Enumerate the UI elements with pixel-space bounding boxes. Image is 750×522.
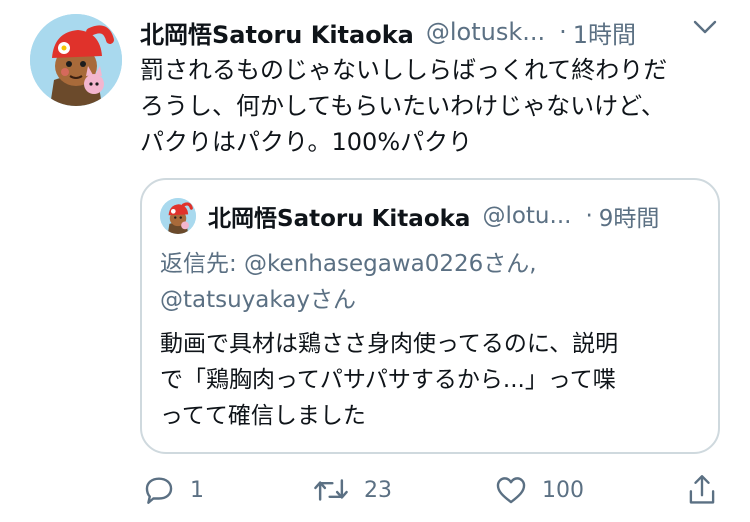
retweet-count: 23 [364,477,392,503]
avatar[interactable] [30,14,122,106]
display-name[interactable]: 北岡悟Satoru Kitaoka [140,15,414,50]
retweet-icon [312,473,350,507]
heart-icon [494,473,528,507]
chevron-down-icon[interactable] [690,16,720,38]
reply-to-line: @tatsuyakayさん [160,287,357,313]
separator: · [559,18,567,46]
quoted-display-name: 北岡悟Satoru Kitaoka [208,206,471,232]
quoted-text-line: 動画で具材は鶏ささ身肉使ってるのに、説明 [160,331,619,357]
retweet-button[interactable]: 23 [312,470,392,510]
share-button[interactable] [686,470,718,510]
quoted-tweet-header: 北岡悟Satoru Kitaoka @lotu... · 9時間 [208,198,659,234]
handle[interactable]: @lotusk... [426,18,545,46]
reply-to: 返信先: @kenhasegawa0226さん, @tatsuyakayさん [160,246,537,318]
tweet-header: 北岡悟Satoru Kitaoka @lotusk... · 1時間 [140,14,740,50]
quoted-avatar [160,198,196,234]
tweet-text-line: 罰されるものじゃないししらばっくれて終わりだ [140,56,668,84]
reply-button[interactable]: 1 [142,470,204,510]
timestamp[interactable]: 1時間 [573,15,636,50]
reply-icon [142,473,176,507]
quoted-avatar-image [160,198,196,234]
avatar-image [30,14,122,106]
quoted-separator: · [585,203,593,229]
tweet-text-line: ろうし、何かしてもらいたいわけじゃないけど、 [140,92,665,120]
reply-to-line: 返信先: @kenhasegawa0226さん, [160,251,537,277]
share-icon [686,473,718,507]
tweet-text: 罰されるものじゃないししらばっくれて終わりだ ろうし、何かしてもらいたいわけじゃ… [140,52,730,160]
quoted-text-line: ってて確信しました [160,403,366,429]
quoted-tweet-text: 動画で具材は鶏ささ身肉使ってるのに、説明 で「鶏胸肉ってパサパサするから...」… [160,326,618,434]
quoted-text-line: で「鶏胸肉ってパサパサするから...」って喋 [160,367,616,393]
like-count: 100 [542,477,584,503]
tweet-text-line: パクりはパクり。100%パクり [140,128,473,156]
reply-count: 1 [190,477,204,503]
action-bar: 1 23 100 [0,470,750,510]
quoted-handle: @lotu... [482,203,572,229]
quoted-timestamp: 9時間 [598,206,660,232]
like-button[interactable]: 100 [494,470,584,510]
